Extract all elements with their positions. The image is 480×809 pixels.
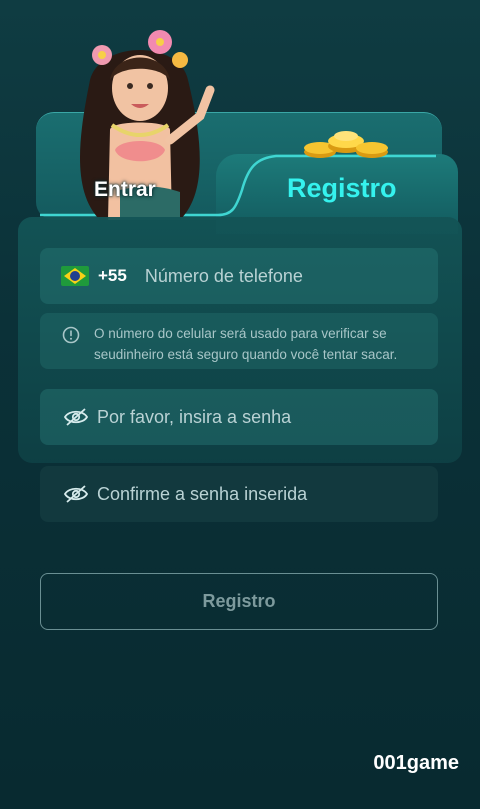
info-icon: [62, 326, 80, 344]
tab-entrar[interactable]: Entrar: [94, 178, 156, 202]
password-field[interactable]: [40, 389, 438, 445]
header-card: Entrar Registro: [0, 0, 480, 234]
eye-off-icon[interactable]: [63, 484, 89, 504]
gold-coins-image: [304, 131, 388, 158]
country-code: +55: [98, 266, 127, 285]
tab-registro[interactable]: Registro: [287, 173, 397, 204]
confirm-password-input[interactable]: [97, 483, 438, 505]
phone-info-message: O número do celular será usado para veri…: [40, 313, 438, 369]
phone-input[interactable]: [144, 265, 438, 287]
eye-off-icon[interactable]: [63, 407, 89, 427]
password-input[interactable]: [97, 406, 438, 428]
register-submit-button[interactable]: Registro: [40, 573, 438, 630]
phone-field[interactable]: +55: [40, 248, 438, 304]
brand-logo-text: 001game: [373, 752, 459, 774]
info-text: O número do celular será usado para veri…: [94, 326, 398, 362]
brazil-flag-icon: [61, 266, 89, 286]
confirm-password-field[interactable]: [40, 466, 438, 522]
